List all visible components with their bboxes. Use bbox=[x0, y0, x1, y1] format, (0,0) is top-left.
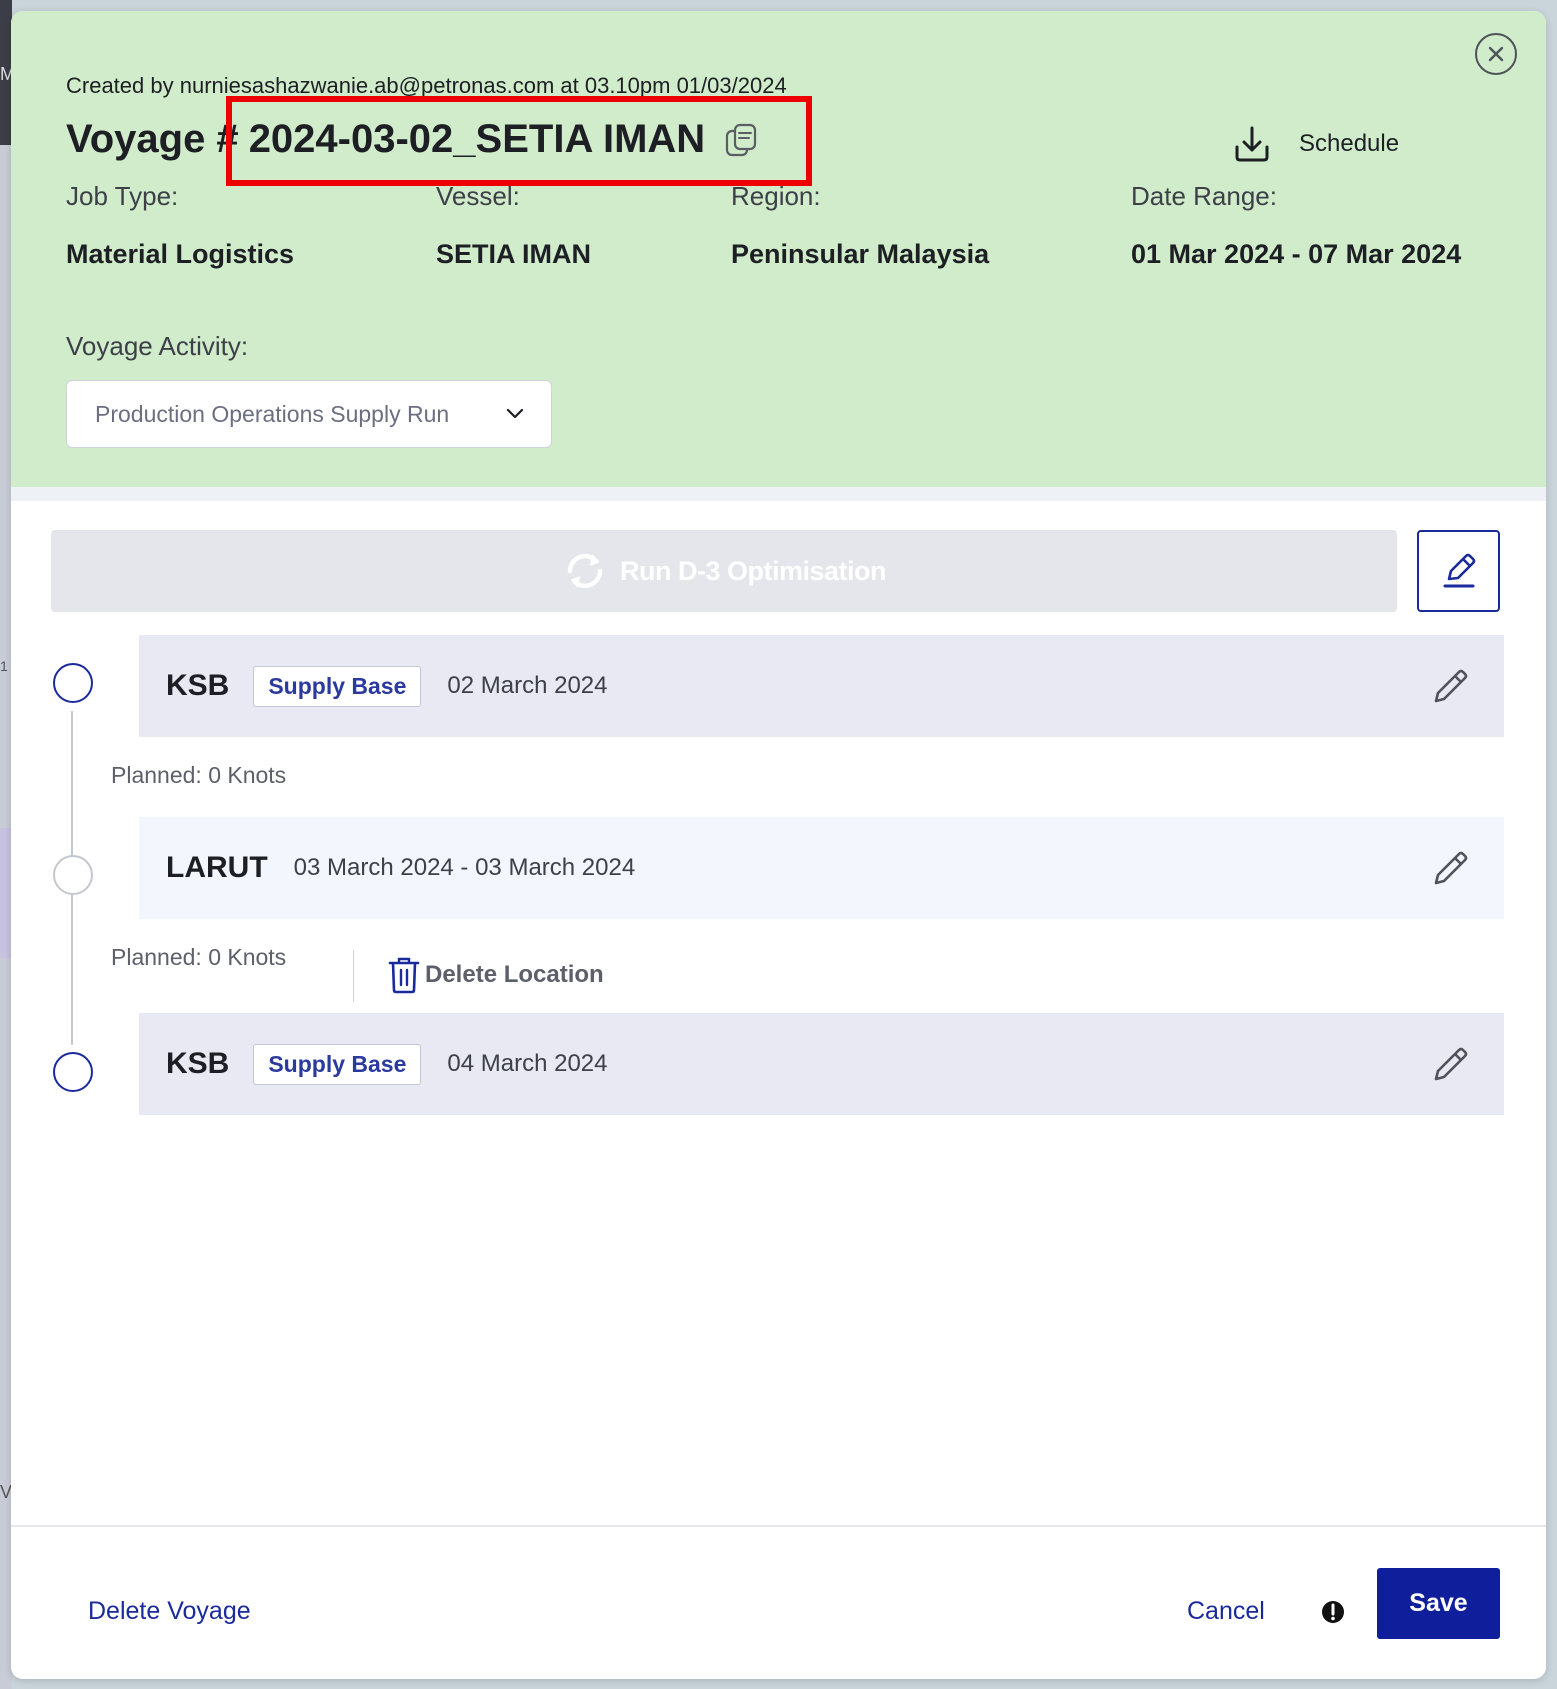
pencil-icon[interactable] bbox=[1430, 847, 1472, 889]
background-top-strip bbox=[0, 0, 1557, 10]
stop-date: 03 March 2024 - 03 March 2024 bbox=[293, 854, 636, 881]
date-range-label: Date Range: bbox=[1131, 181, 1277, 211]
chevron-down-icon bbox=[506, 408, 524, 419]
exclamation-icon bbox=[1322, 1601, 1344, 1623]
stop-name: KSB bbox=[166, 1047, 230, 1080]
voyage-id: 2024-03-02_SETIA IMAN bbox=[248, 117, 706, 161]
timeline-dot bbox=[53, 855, 93, 895]
delete-location-button[interactable]: Delete Location bbox=[387, 956, 604, 994]
voyage-title: Voyage # 2024-03-02_SETIA IMAN bbox=[66, 117, 761, 162]
voyage-title-prefix: Voyage # bbox=[66, 117, 239, 161]
voyage-activity-label: Voyage Activity: bbox=[66, 331, 249, 361]
stop-name: KSB bbox=[166, 669, 230, 702]
region-value: Peninsular Malaysia bbox=[731, 239, 990, 269]
planned-speed: Planned: 0 Knots bbox=[111, 944, 287, 970]
planned-speed: Planned: 0 Knots bbox=[111, 762, 287, 788]
voyage-activity-value: Production Operations Supply Run bbox=[95, 400, 450, 427]
stop-card: KSB Supply Base 02 March 2024 bbox=[139, 635, 1504, 737]
pencil-icon[interactable] bbox=[1430, 665, 1472, 707]
footer-divider bbox=[11, 1525, 1546, 1527]
divider bbox=[353, 950, 354, 1002]
pen-icon bbox=[1443, 553, 1475, 588]
edit-route-button[interactable] bbox=[1417, 530, 1500, 612]
voyage-modal: Created by nurniesashazwanie.ab@petronas… bbox=[11, 11, 1546, 1679]
schedule-download-button[interactable]: Schedule bbox=[1231, 123, 1399, 165]
cancel-button[interactable]: Cancel bbox=[1187, 1597, 1265, 1626]
close-button[interactable] bbox=[1475, 33, 1517, 75]
stop-card: KSB Supply Base 04 March 2024 bbox=[139, 1013, 1504, 1115]
save-label: Save bbox=[1409, 1589, 1468, 1617]
close-icon bbox=[1488, 46, 1504, 62]
vessel-value: SETIA IMAN bbox=[436, 239, 591, 269]
run-optimisation-label: Run D-3 Optimisation bbox=[620, 555, 887, 586]
background-glyph-mid: 1 bbox=[0, 658, 8, 674]
job-type-label: Job Type: bbox=[66, 181, 179, 211]
supply-base-badge: Supply Base bbox=[253, 1043, 422, 1085]
stop-name: LARUT bbox=[166, 851, 268, 884]
copy-icon[interactable] bbox=[723, 121, 761, 159]
delete-location-label: Delete Location bbox=[425, 961, 604, 988]
download-icon bbox=[1235, 126, 1269, 162]
schedule-label: Schedule bbox=[1299, 130, 1400, 157]
date-range-value: 01 Mar 2024 - 07 Mar 2024 bbox=[1131, 239, 1462, 269]
timeline-dot bbox=[53, 1052, 93, 1092]
run-optimisation-button[interactable]: Run D-3 Optimisation bbox=[51, 530, 1397, 612]
delete-voyage-link[interactable]: Delete Voyage bbox=[88, 1597, 251, 1626]
trash-icon bbox=[388, 957, 420, 994]
stop-date: 04 March 2024 bbox=[447, 1050, 608, 1077]
vessel-label: Vessel: bbox=[436, 181, 520, 211]
header-divider bbox=[11, 487, 1546, 501]
supply-base-badge: Supply Base bbox=[253, 665, 422, 707]
stop-date: 02 March 2024 bbox=[447, 672, 608, 699]
voyage-activity-select[interactable]: Production Operations Supply Run bbox=[66, 380, 552, 448]
region-label: Region: bbox=[731, 181, 821, 211]
stop-card: LARUT 03 March 2024 - 03 March 2024 bbox=[139, 817, 1504, 919]
pencil-icon[interactable] bbox=[1430, 1043, 1472, 1085]
voyage-header: Created by nurniesashazwanie.ab@petronas… bbox=[11, 11, 1546, 487]
created-by-text: Created by nurniesashazwanie.ab@petronas… bbox=[66, 73, 787, 98]
refresh-icon bbox=[567, 553, 603, 589]
job-type-value: Material Logistics bbox=[66, 239, 295, 269]
timeline-dot bbox=[53, 663, 93, 703]
save-button[interactable]: Save bbox=[1377, 1568, 1500, 1639]
